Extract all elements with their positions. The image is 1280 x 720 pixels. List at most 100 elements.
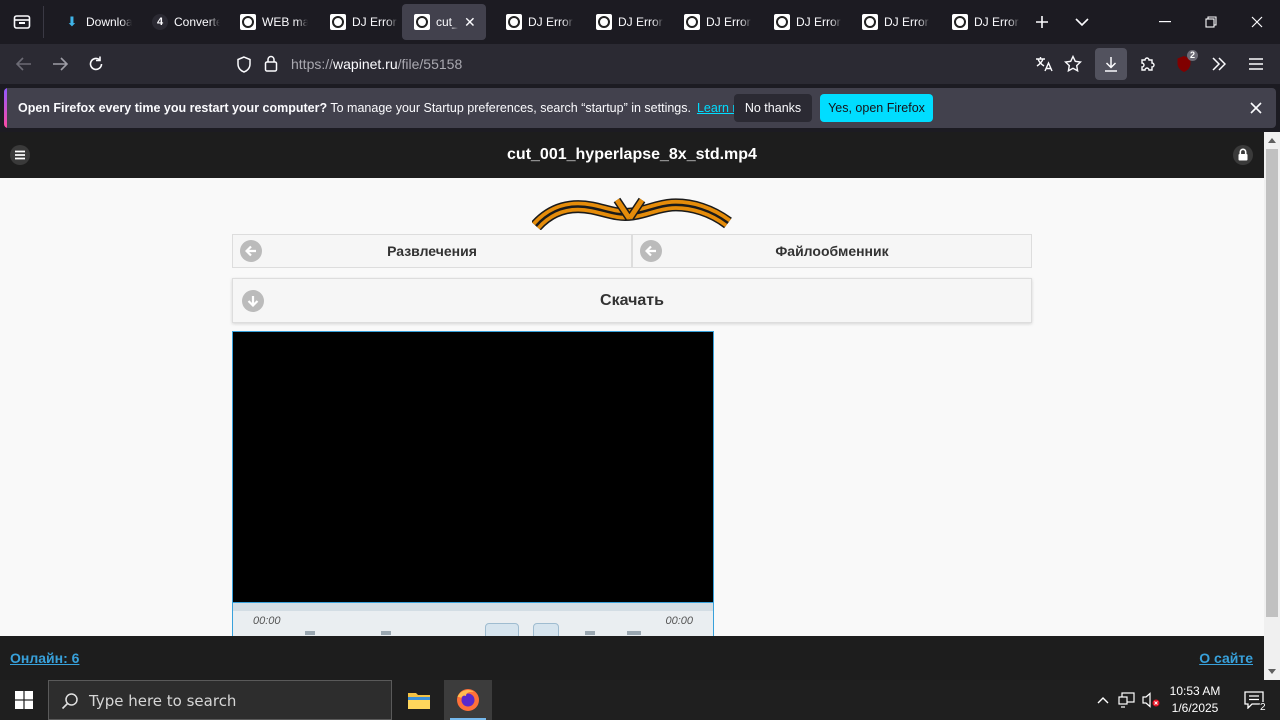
tab-dj-error[interactable]: DJ Error — [850, 4, 930, 40]
stop-button[interactable] — [533, 623, 559, 636]
yes-open-firefox-button[interactable]: Yes, open Firefox — [820, 94, 933, 122]
reload-button[interactable] — [80, 48, 112, 80]
tab-dj-error[interactable]: DJ Error — [940, 4, 1020, 40]
play-button[interactable] — [485, 623, 519, 636]
lock-icon[interactable] — [264, 55, 278, 77]
tab-dj-error[interactable]: DJ Error — [584, 4, 664, 40]
tab-title: DJ Error — [528, 15, 573, 29]
taskbar-search-box[interactable]: Type here to search — [48, 680, 392, 720]
tracking-protection-shield-icon[interactable] — [236, 56, 252, 78]
windows-logo-icon — [15, 691, 33, 709]
previous-icon[interactable] — [305, 631, 315, 635]
tab-dj-error[interactable]: DJ Error — [318, 4, 398, 40]
bookmark-star-button[interactable] — [1057, 48, 1089, 80]
tab-active-video[interactable]: cut_001_hyperlapse_8x_std.mp4 ✕ — [402, 4, 486, 40]
minimize-icon — [1159, 21, 1171, 23]
firefox-view-button[interactable] — [0, 0, 44, 44]
folder-icon — [408, 693, 430, 709]
download-label: Скачать — [600, 291, 664, 309]
show-hidden-icons-button[interactable] — [1094, 680, 1112, 720]
taskbar-file-explorer[interactable] — [398, 680, 440, 720]
ublock-extension-button[interactable]: 2 — [1168, 48, 1200, 80]
site-favicon-icon — [330, 14, 346, 30]
translate-button[interactable] — [1028, 48, 1060, 80]
breadcrumb-entertainment-button[interactable]: Развлечения — [232, 234, 632, 268]
breadcrumb-label: Развлечения — [387, 243, 477, 259]
double-chevron-right-icon — [1212, 57, 1226, 71]
windows-taskbar: Type here to search 10:53 AM 1/6/2025 2 — [0, 680, 1280, 720]
tab-title: DJ Error — [352, 15, 397, 29]
restore-button[interactable] — [1188, 0, 1234, 44]
download-button[interactable]: Скачать — [232, 278, 1032, 323]
download-favicon-icon: ⬇ — [66, 14, 78, 29]
downloads-button[interactable] — [1095, 48, 1127, 80]
arrow-right-icon — [53, 57, 68, 71]
tab-title: DJ Error — [618, 15, 663, 29]
forward-icon[interactable] — [585, 631, 595, 635]
extensions-button[interactable] — [1132, 48, 1164, 80]
url-host: wapinet.ru — [333, 56, 398, 72]
caret-down-icon — [1268, 669, 1276, 674]
taskbar-clock[interactable]: 10:53 AM 1/6/2025 — [1160, 683, 1230, 717]
close-icon — [1251, 16, 1263, 28]
no-thanks-button[interactable]: No thanks — [734, 94, 812, 122]
network-status-icon[interactable] — [1116, 680, 1138, 720]
breadcrumb-file-exchange-button[interactable]: Файлообменник — [632, 234, 1032, 268]
notification-count-badge: 2 — [1259, 702, 1267, 713]
tab-title: WEB master — [262, 15, 308, 29]
plus-icon — [1036, 16, 1048, 28]
restore-icon — [1205, 16, 1217, 28]
about-site-link[interactable]: О сайте — [1199, 650, 1253, 666]
site-favicon-icon — [684, 14, 700, 30]
tab-title: Converter — [174, 15, 220, 29]
close-window-button[interactable] — [1234, 0, 1280, 44]
site-header: cut_001_hyperlapse_8x_std.mp4 — [0, 132, 1264, 178]
url-bar[interactable]: https://wapinet.ru/file/55158 — [228, 48, 1028, 80]
site-favicon-icon — [774, 14, 790, 30]
close-tab-icon[interactable]: ✕ — [464, 14, 476, 31]
taskbar-firefox[interactable] — [444, 680, 492, 720]
page-scrollbar[interactable] — [1264, 132, 1280, 680]
online-users-link[interactable]: Онлайн: 6 — [10, 650, 79, 666]
tab-converter[interactable]: 4 Converter — [140, 4, 220, 40]
volume-muted-icon[interactable] — [1140, 680, 1162, 720]
minimize-button[interactable] — [1142, 0, 1188, 44]
tab-dj-error[interactable]: DJ Error — [672, 4, 752, 40]
chevron-up-icon — [1097, 697, 1109, 704]
new-tab-button[interactable] — [1028, 8, 1056, 36]
caret-up-icon — [1268, 138, 1276, 143]
tab-dj-error[interactable]: DJ Error — [762, 4, 842, 40]
tab-dj-error[interactable]: DJ Error — [494, 4, 574, 40]
tab-title: Downloads — [86, 15, 132, 29]
url-text[interactable]: https://wapinet.ru/file/55158 — [291, 56, 462, 72]
arrow-left-circle-icon — [240, 240, 262, 262]
close-notification-button[interactable] — [1244, 96, 1268, 120]
tab-downloads[interactable]: ⬇ Downloads — [52, 4, 132, 40]
site-footer: Онлайн: 6 О сайте — [0, 636, 1264, 680]
default-browser-notification: Open Firefox every time you restart your… — [4, 88, 1276, 128]
site-favicon-icon — [596, 14, 612, 30]
breadcrumb-label: Файлообменник — [775, 243, 889, 259]
scrollbar-thumb[interactable] — [1266, 149, 1278, 617]
site-login-button[interactable] — [1233, 145, 1253, 165]
tab-strip: ⬇ Downloads 4 Converter WEB master DJ Er… — [0, 0, 1280, 44]
st-george-ribbon-logo — [531, 196, 732, 231]
scroll-down-arrow[interactable] — [1264, 663, 1280, 680]
overflow-menu-button[interactable] — [1203, 48, 1235, 80]
app-menu-button[interactable] — [1240, 48, 1272, 80]
next-icon[interactable] — [627, 631, 641, 635]
video-progress-bar[interactable] — [233, 603, 713, 611]
action-center-button[interactable]: 2 — [1234, 680, 1274, 720]
tab-title: cut_001_hyperlapse_8x_std.mp4 — [436, 15, 458, 29]
lock-circle-icon — [1233, 145, 1253, 165]
tab-title: DJ Error — [974, 15, 1019, 29]
scroll-up-arrow[interactable] — [1264, 132, 1280, 149]
list-all-tabs-button[interactable] — [1068, 8, 1096, 36]
tab-web-master[interactable]: WEB master — [228, 4, 308, 40]
start-button[interactable] — [0, 680, 48, 720]
rewind-icon[interactable] — [381, 631, 391, 635]
puzzle-piece-icon — [1141, 57, 1155, 71]
forward-button[interactable] — [44, 48, 76, 80]
video-player[interactable] — [232, 331, 714, 603]
back-button[interactable] — [8, 48, 40, 80]
